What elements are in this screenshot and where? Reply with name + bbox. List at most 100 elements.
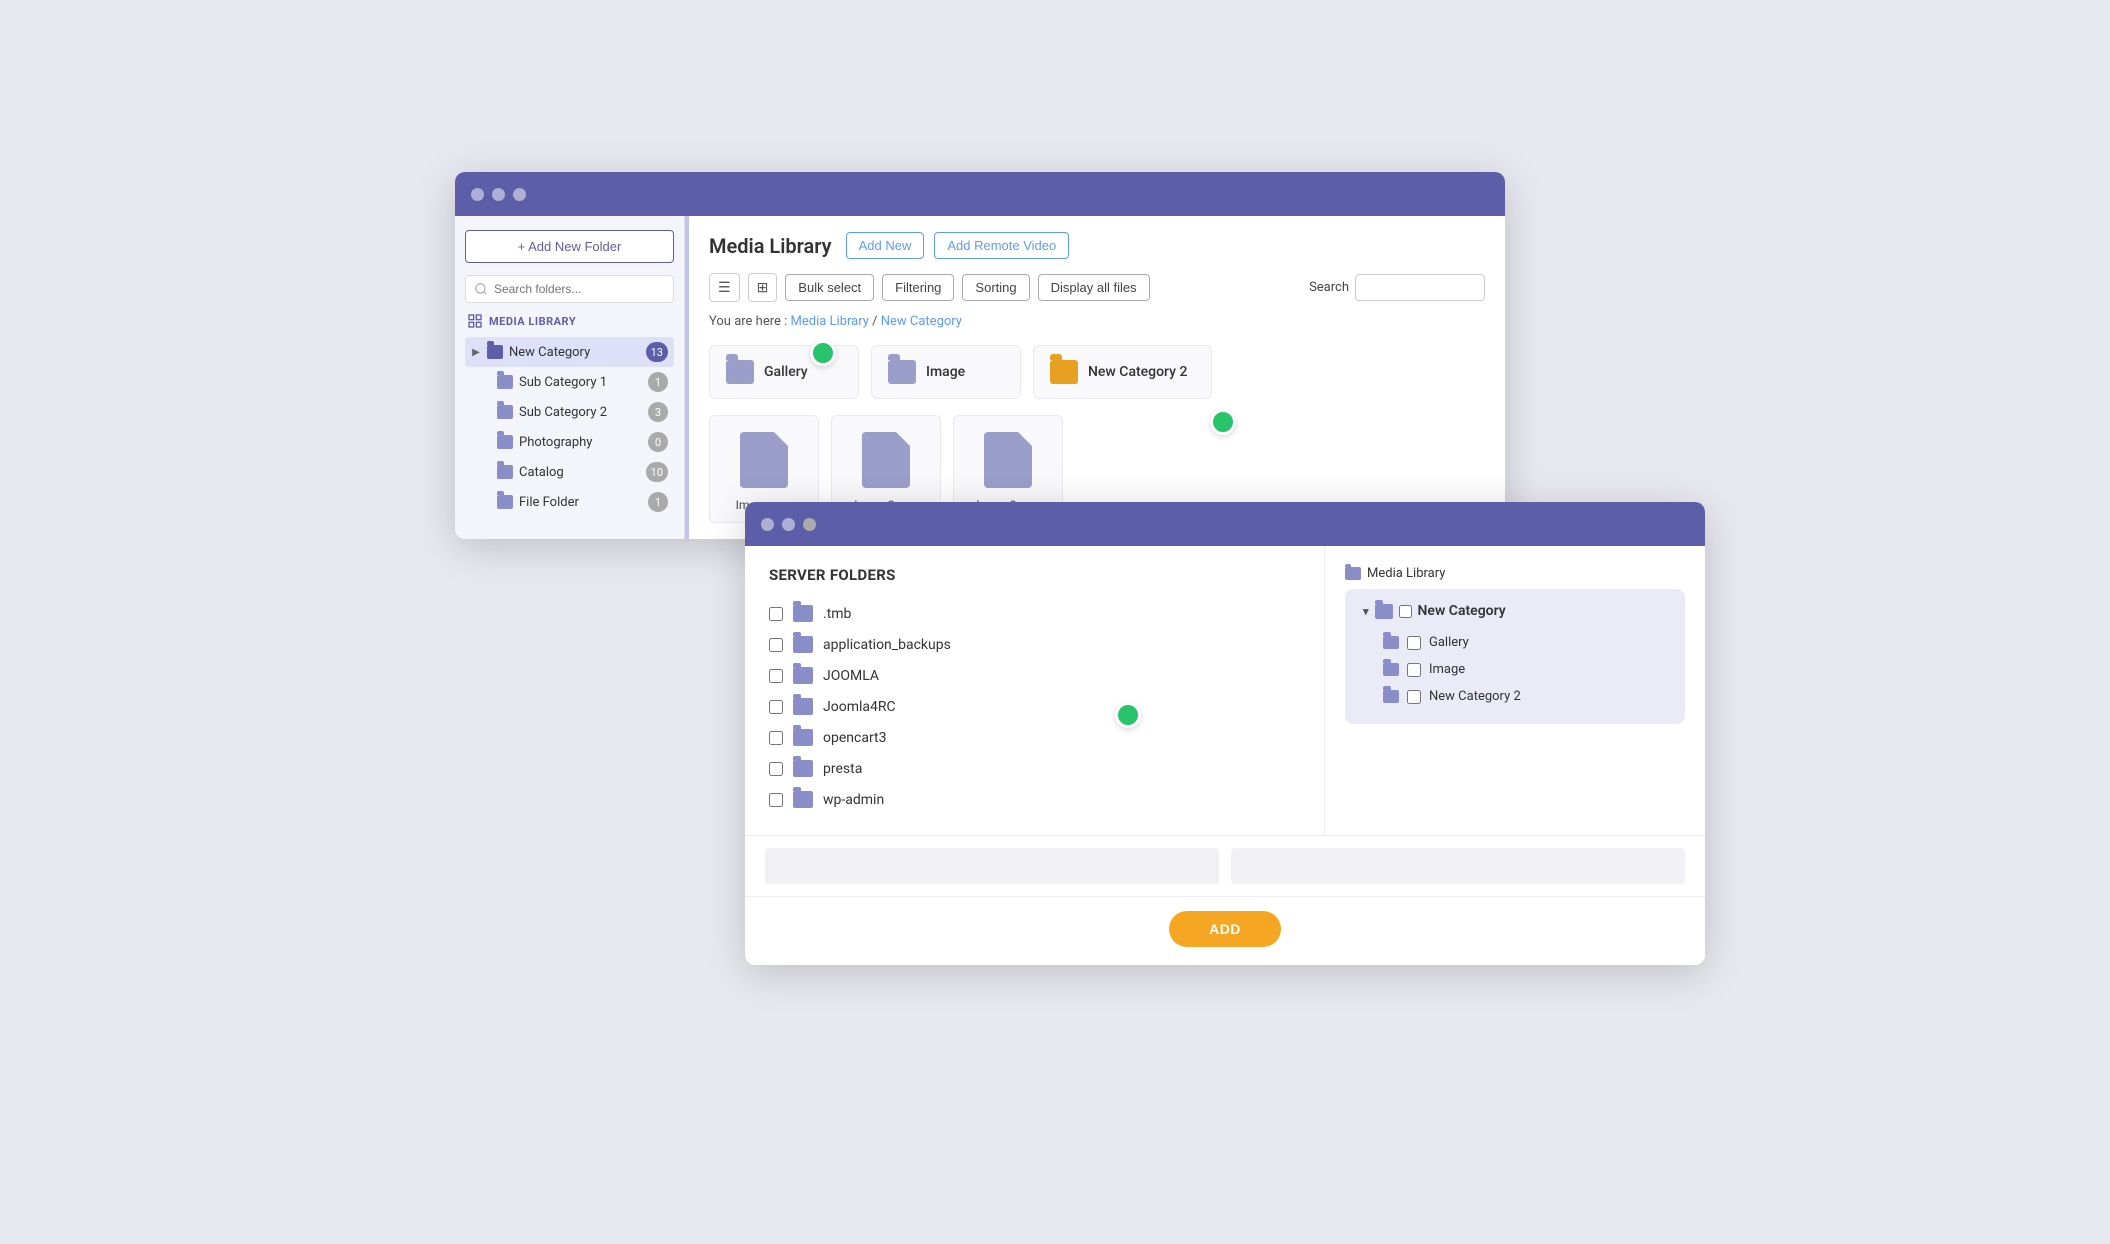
sidebar-item-photography[interactable]: Photography 0 <box>491 427 674 457</box>
tree-icon-media-library <box>1345 567 1361 580</box>
window-2-body: SERVER FOLDERS .tmb application_backups … <box>745 546 1705 835</box>
folder-icon-image <box>888 360 916 384</box>
titlebar-dot-4 <box>761 518 774 531</box>
chevron-down-icon: ▾ <box>1363 605 1369 618</box>
window-server-folders: SERVER FOLDERS .tmb application_backups … <box>745 502 1705 965</box>
checkbox-wp-admin[interactable] <box>769 793 783 807</box>
checkbox-presta[interactable] <box>769 762 783 776</box>
server-folder-joomla4rc[interactable]: Joomla4RC <box>769 691 1300 722</box>
checkbox-joomla[interactable] <box>769 669 783 683</box>
tree-root-media-library[interactable]: Media Library <box>1345 566 1685 581</box>
badge-catalog: 10 <box>646 462 668 482</box>
sub-folders-list: Sub Category 1 1 Sub Category 2 3 Photog… <box>465 367 674 517</box>
search-label: Search <box>1309 280 1349 295</box>
file-icon-image2-png <box>862 432 910 488</box>
checkbox-opencart3[interactable] <box>769 731 783 745</box>
checkbox-tree-new-category-2[interactable] <box>1407 690 1421 704</box>
folder-icon <box>497 435 513 449</box>
server-folder-opencart3[interactable]: opencart3 <box>769 722 1300 753</box>
sf-icon-app-backups <box>793 636 813 653</box>
add-new-button[interactable]: Add New <box>846 232 925 259</box>
folder-icon-new-category-2 <box>1050 360 1078 384</box>
tree-child-image[interactable]: Image <box>1363 656 1667 683</box>
server-folders-title: SERVER FOLDERS <box>769 566 1300 584</box>
folder-icon <box>497 495 513 509</box>
badge-sub1: 1 <box>648 372 668 392</box>
main-header: Media Library Add New Add Remote Video <box>709 232 1485 259</box>
badge-sub2: 3 <box>648 402 668 422</box>
badge-photo: 0 <box>648 432 668 452</box>
tree-icon-new-category-2 <box>1383 690 1399 703</box>
folder-icon <box>497 465 513 479</box>
green-dot-1 <box>810 340 836 366</box>
folder-icon-blue <box>487 345 503 359</box>
checkbox-joomla4rc[interactable] <box>769 700 783 714</box>
list-view-button[interactable]: ☰ <box>709 273 740 302</box>
breadcrumb-media-library[interactable]: Media Library <box>791 314 869 329</box>
server-folder-joomla[interactable]: JOOMLA <box>769 660 1300 691</box>
bulk-select-button[interactable]: Bulk select <box>785 274 874 301</box>
sf-icon-opencart3 <box>793 729 813 746</box>
tree-folder-icon-new-category <box>1375 604 1393 619</box>
tree-child-new-category-2[interactable]: New Category 2 <box>1363 683 1667 710</box>
titlebar-dot-2 <box>492 188 505 201</box>
file-icon-image-png <box>740 432 788 488</box>
display-all-files-button[interactable]: Display all files <box>1038 274 1150 301</box>
grid-view-button[interactable]: ⊞ <box>748 273 778 302</box>
toolbar: ☰ ⊞ Bulk select Filtering Sorting Displa… <box>709 273 1485 302</box>
titlebar-dot-5 <box>782 518 795 531</box>
bottom-input-left <box>765 848 1219 884</box>
sidebar-item-file-folder[interactable]: File Folder 1 <box>491 487 674 517</box>
sorting-button[interactable]: Sorting <box>962 274 1029 301</box>
titlebar-2 <box>745 502 1705 546</box>
tree-icon-gallery <box>1383 636 1399 649</box>
sidebar-item-sub-category-2[interactable]: Sub Category 2 3 <box>491 397 674 427</box>
checkbox-tree-image[interactable] <box>1407 663 1421 677</box>
sf-icon-joomla <box>793 667 813 684</box>
checkbox-tree-gallery[interactable] <box>1407 636 1421 650</box>
sidebar-item-catalog[interactable]: Catalog 10 <box>491 457 674 487</box>
search-input[interactable] <box>1355 274 1485 301</box>
add-button[interactable]: ADD <box>1169 911 1281 947</box>
window-media-library: + Add New Folder MEDIA LIBRARY ▶ New Cat… <box>455 172 1505 539</box>
tree-child-gallery[interactable]: Gallery <box>1363 629 1667 656</box>
sf-icon-wp-admin <box>793 791 813 808</box>
filtering-button[interactable]: Filtering <box>882 274 954 301</box>
folder-icon <box>497 405 513 419</box>
sidebar-item-sub-category-1[interactable]: Sub Category 1 1 <box>491 367 674 397</box>
folder-badge: 13 <box>646 342 668 362</box>
sidebar-item-new-category[interactable]: ▶ New Category 13 <box>465 337 674 367</box>
titlebar-dot-1 <box>471 188 484 201</box>
checkbox-tmb[interactable] <box>769 607 783 621</box>
add-remote-video-button[interactable]: Add Remote Video <box>934 232 1069 259</box>
folder-card-new-category-2[interactable]: New Category 2 <box>1033 345 1212 399</box>
add-new-folder-button[interactable]: + Add New Folder <box>465 230 674 263</box>
bottom-input-right <box>1231 848 1685 884</box>
folder-icon-gallery <box>726 360 754 384</box>
server-folder-wp-admin[interactable]: wp-admin <box>769 784 1300 815</box>
green-dot-3 <box>1115 702 1141 728</box>
media-tree-pane: Media Library ▾ New Category Gallery <box>1325 546 1705 835</box>
tree-category-row-new-category[interactable]: ▾ New Category <box>1363 603 1667 619</box>
search-area: Search <box>1309 274 1485 301</box>
folder-card-image[interactable]: Image <box>871 345 1021 399</box>
sf-icon-tmb <box>793 605 813 622</box>
tree-icon-image <box>1383 663 1399 676</box>
checkbox-new-category[interactable] <box>1399 605 1412 618</box>
search-folders-input[interactable] <box>465 275 674 303</box>
titlebar-dot-3 <box>513 188 526 201</box>
server-folder-tmb[interactable]: .tmb <box>769 598 1300 629</box>
main-content: Media Library Add New Add Remote Video ☰… <box>689 216 1505 539</box>
file-icon-image3-png <box>984 432 1032 488</box>
sf-icon-joomla4rc <box>793 698 813 715</box>
page-title: Media Library <box>709 234 832 258</box>
checkbox-application-backups[interactable] <box>769 638 783 652</box>
server-folder-presta[interactable]: presta <box>769 753 1300 784</box>
media-library-label: MEDIA LIBRARY <box>465 313 674 329</box>
server-folder-application-backups[interactable]: application_backups <box>769 629 1300 660</box>
server-folders-pane: SERVER FOLDERS .tmb application_backups … <box>745 546 1325 835</box>
titlebar-1 <box>455 172 1505 216</box>
folder-card-gallery[interactable]: Gallery <box>709 345 859 399</box>
breadcrumb-current[interactable]: New Category <box>881 314 962 329</box>
sidebar: + Add New Folder MEDIA LIBRARY ▶ New Cat… <box>455 216 685 539</box>
